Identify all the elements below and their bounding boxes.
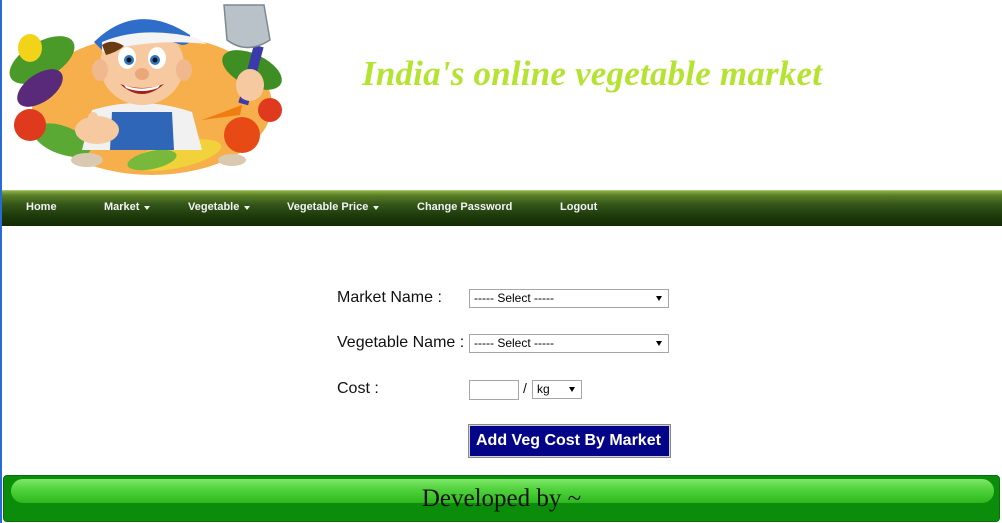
caret-down-icon [373,206,380,211]
cost-unit-separator: / [523,380,527,396]
vegetable-name-select-value: ----- Select ----- [474,336,554,350]
nav-item-vegetable[interactable]: Vegetable [188,191,251,224]
footer-credit-text: Developed by ~ [421,485,582,512]
nav-item-label: Change Password [417,201,513,213]
nav-item-label: Home [26,201,57,213]
cost-label: Cost : [337,380,379,397]
select-arrow-icon [656,341,662,346]
caret-down-icon [144,206,151,211]
vegetable-name-select[interactable]: ----- Select ----- [469,334,669,353]
add-veg-cost-button[interactable]: Add Veg Cost By Market [468,424,671,458]
nav-item-label: Vegetable [188,201,240,213]
market-name-select[interactable]: ----- Select ----- [469,289,669,308]
nav-item-label: Vegetable Price [287,201,369,213]
nav-item-vegetable-price[interactable]: Vegetable Price [287,191,380,224]
select-arrow-icon [656,296,662,301]
unit-select-value: kg [537,382,550,396]
market-name-select-value: ----- Select ----- [474,291,554,305]
vegetable-name-label: Vegetable Name : [337,334,465,351]
nav-item-change-password[interactable]: Change Password [417,191,512,224]
nav-item-market[interactable]: Market [104,191,151,224]
nav-item-home[interactable]: Home [26,191,57,224]
select-arrow-icon [569,387,575,392]
caret-down-icon [244,206,251,211]
site-header: India's online vegetable market [2,0,1002,190]
market-name-label: Market Name : [337,289,442,306]
main-nav-bar: Home Market Vegetable Vegetable Price Ch… [2,190,1002,226]
site-footer: Developed by ~ [3,475,1000,522]
site-title: India's online vegetable market [362,54,823,93]
nav-item-label: Market [104,201,140,213]
nav-item-logout[interactable]: Logout [560,191,597,224]
nav-item-label: Logout [560,201,598,213]
farmer-mascot-logo [9,4,282,175]
unit-select[interactable]: kg [532,380,582,399]
cost-input[interactable] [469,380,519,400]
